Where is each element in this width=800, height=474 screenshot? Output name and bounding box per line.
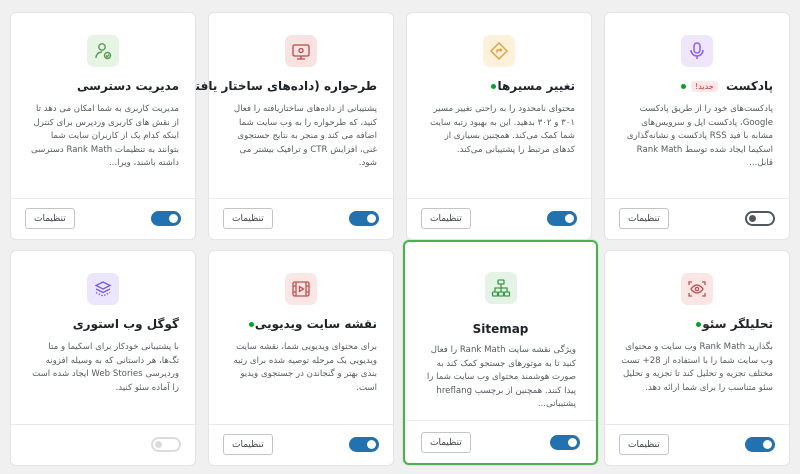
eye-scan-icon xyxy=(688,281,706,297)
schema-icon-box xyxy=(285,35,317,67)
module-title: مدیریت دسترسی xyxy=(77,79,179,93)
module-description: با پشتیبانی خودکار برای اسکیما و متا تگ‌… xyxy=(32,342,179,393)
module-description: محتوای نامحدود را به راحتی تغییر مسیر ۳۰… xyxy=(430,104,575,155)
podcast-icon-box xyxy=(681,35,713,67)
module-description: ویژگی نقشه سایت Rank Math را فعال کنید ت… xyxy=(426,345,576,410)
redirect-icon xyxy=(490,42,508,60)
card-footer xyxy=(11,424,195,465)
status-dot xyxy=(696,322,702,327)
module-toggle[interactable] xyxy=(349,437,379,452)
card-footer: تنظیمات xyxy=(605,198,789,239)
module-description: برای محتوای ویدیویی شما، نقشه سایت ویدیو… xyxy=(233,342,377,393)
card-footer: تنظیمات xyxy=(405,420,596,463)
settings-button[interactable]: تنظیمات xyxy=(619,208,669,229)
module-toggle[interactable] xyxy=(745,211,775,226)
module-card-role-manager: مدیریت دسترسی مدیریت کاربری به شما امکان… xyxy=(10,12,196,240)
seo-analyzer-icon-box xyxy=(681,273,713,305)
module-card-redirections: تغییر مسیرها محتوای نامحدود را به راحتی … xyxy=(406,12,592,240)
module-description: بگذارید Rank Math وب سایت و محتوای وب سا… xyxy=(621,342,773,393)
module-card-podcast: پادکست جدید! پادکست‌های خود را از طریق پ… xyxy=(604,12,790,240)
module-description: پشتیبانی از داده‌های ساختاریافته را فعال… xyxy=(233,104,377,169)
sitemap-icon xyxy=(491,279,510,297)
video-icon xyxy=(292,281,310,297)
module-title: تغییر مسیرها xyxy=(423,79,575,93)
module-title: Sitemap xyxy=(472,322,529,336)
web-stories-icon xyxy=(94,281,112,297)
status-dot xyxy=(248,322,254,327)
settings-button[interactable]: تنظیمات xyxy=(223,434,273,455)
module-description: پادکست‌های خود را از طریق پادکست Google،… xyxy=(626,104,773,169)
card-footer: تنظیمات xyxy=(407,198,591,239)
microphone-icon xyxy=(690,42,704,59)
sitemap-icon-box xyxy=(484,272,517,304)
module-toggle[interactable] xyxy=(349,211,379,226)
module-title: پادکست جدید! xyxy=(621,79,773,93)
settings-button[interactable]: تنظیمات xyxy=(421,208,471,229)
user-access-icon xyxy=(95,43,112,60)
module-card-sitemap: Sitemap ویژگی نقشه سایت Rank Math را فعا… xyxy=(403,240,598,465)
settings-button[interactable]: تنظیمات xyxy=(619,434,669,455)
card-footer: تنظیمات xyxy=(209,424,393,465)
card-footer: تنظیمات xyxy=(11,198,195,239)
module-toggle[interactable] xyxy=(745,437,775,452)
module-card-video-sitemap: نقشه سایت ویدیویی برای محتوای ویدیویی شم… xyxy=(208,250,394,466)
redirections-icon-box xyxy=(483,35,515,67)
module-title: تحلیلگر سئو xyxy=(621,317,773,331)
new-badge: جدید! xyxy=(690,81,718,92)
role-manager-icon-box xyxy=(87,35,119,67)
module-card-seo-analyzer: تحلیلگر سئو بگذارید Rank Math وب سایت و … xyxy=(604,250,790,466)
video-sitemap-icon-box xyxy=(285,273,317,305)
module-card-schema: طرحواره (داده‌های ساختار یافته) پشتیبانی… xyxy=(182,12,394,240)
module-title: گوگل وب استوری xyxy=(72,317,179,331)
schema-icon xyxy=(292,44,310,60)
module-description: مدیریت کاربری به شما امکان می دهد تا از … xyxy=(31,104,179,169)
card-footer: تنظیمات xyxy=(605,424,789,465)
status-dot xyxy=(680,84,686,89)
module-toggle[interactable] xyxy=(550,435,580,450)
module-toggle[interactable] xyxy=(151,437,181,452)
module-title: طرحواره (داده‌های ساختار یافته) xyxy=(182,79,377,93)
web-stories-icon-box xyxy=(87,273,119,305)
module-toggle[interactable] xyxy=(547,211,577,226)
module-card-web-stories: گوگل وب استوری با پشتیبانی خودکار برای ا… xyxy=(10,250,196,466)
module-title: نقشه سایت ویدیویی xyxy=(225,317,377,331)
card-footer: تنظیمات xyxy=(209,198,393,239)
module-toggle[interactable] xyxy=(151,211,181,226)
settings-button[interactable]: تنظیمات xyxy=(421,432,471,453)
status-dot xyxy=(491,84,497,89)
settings-button[interactable]: تنظیمات xyxy=(25,208,75,229)
settings-button[interactable]: تنظیمات xyxy=(223,208,273,229)
